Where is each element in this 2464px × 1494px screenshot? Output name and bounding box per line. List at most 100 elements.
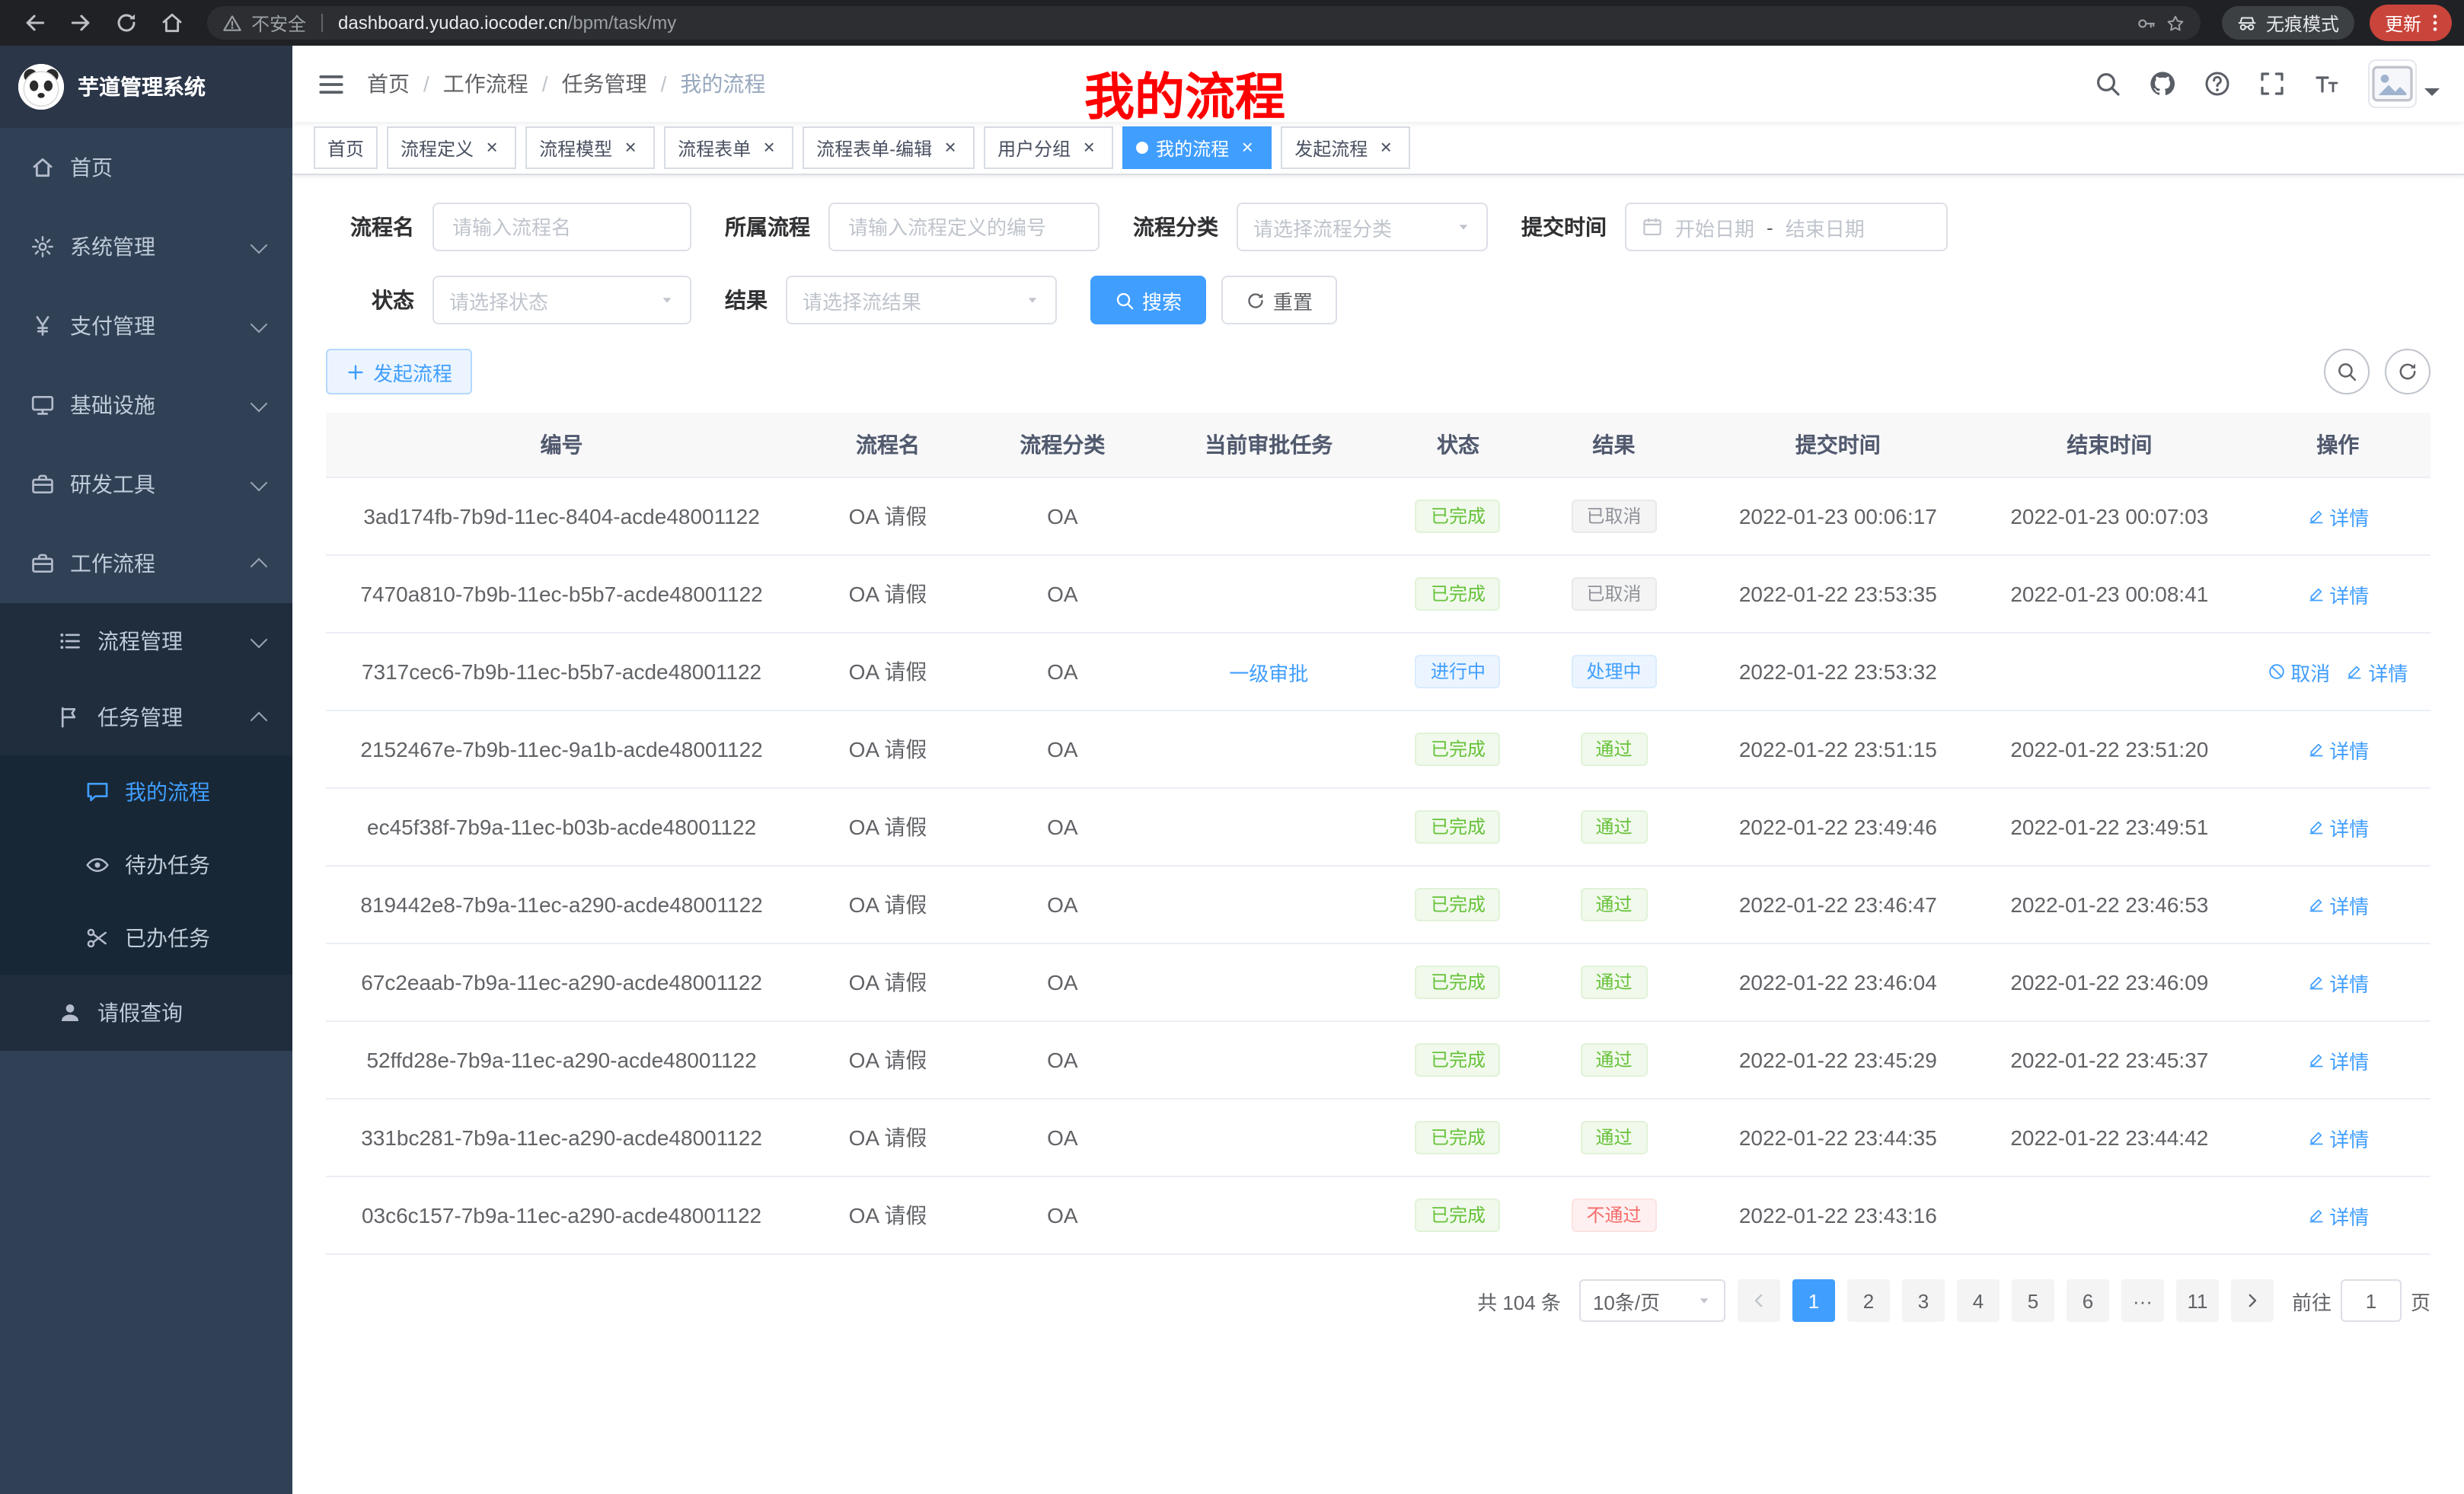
password-manager-icon[interactable] (2137, 13, 2156, 33)
breadcrumb-item[interactable]: 工作流程 (443, 69, 528, 99)
detail-button[interactable]: 详情 (2345, 657, 2408, 686)
help-icon[interactable] (2204, 70, 2231, 97)
status-select[interactable]: 请选择状态 (432, 276, 691, 324)
browser-home-icon[interactable] (160, 11, 184, 35)
result-tag: 通过 (1580, 810, 1647, 844)
sidebar-item-process-mgmt[interactable]: 流程管理 (0, 603, 292, 679)
user-avatar[interactable] (2368, 59, 2440, 108)
tab-label: 流程定义 (401, 135, 474, 161)
page-button-6[interactable]: 6 (2067, 1279, 2109, 1322)
process-name: OA 请假 (797, 788, 978, 866)
app-logo[interactable]: 芋道管理系统 (0, 46, 292, 128)
close-icon[interactable]: × (940, 137, 961, 158)
toggle-search-button[interactable] (2324, 349, 2370, 394)
tab-process-model[interactable]: 流程模型× (525, 126, 655, 169)
close-icon[interactable]: × (1078, 137, 1100, 158)
sidebar-item-task-mgmt[interactable]: 任务管理 (0, 679, 292, 755)
process-category: OA (978, 866, 1147, 943)
chevron-down-icon (251, 316, 268, 334)
bookmark-star-icon[interactable] (2166, 13, 2185, 33)
close-icon[interactable]: × (620, 137, 641, 158)
detail-button[interactable]: 详情 (2306, 1123, 2369, 1152)
incognito-icon (2237, 13, 2257, 33)
browser-forward-icon[interactable] (69, 11, 93, 35)
tab-process-definition[interactable]: 流程定义 × (387, 126, 516, 169)
sidebar-item-my-process[interactable]: 我的流程 (0, 755, 292, 828)
header-search-icon[interactable] (2094, 70, 2121, 97)
process-category-select[interactable]: 请选择流程分类 (1237, 203, 1488, 251)
font-size-icon[interactable] (2313, 70, 2341, 97)
submit-time-range-picker[interactable]: 开始日期 - 结束日期 (1625, 203, 1948, 251)
filter-label-category: 流程分类 (1133, 212, 1218, 242)
page-button-11[interactable]: 11 (2176, 1279, 2219, 1322)
sidebar-item-leave-query[interactable]: 请假查询 (0, 975, 292, 1051)
tab-home[interactable]: 首页 (314, 126, 378, 169)
sidebar-item-home[interactable]: 首页 (0, 128, 292, 207)
breadcrumb-item[interactable]: 任务管理 (562, 69, 647, 99)
goto-page-input[interactable] (2341, 1279, 2402, 1322)
start-process-button[interactable]: 发起流程 (326, 349, 472, 394)
detail-button[interactable]: 详情 (2306, 968, 2369, 997)
browser-menu-icon[interactable] (2424, 12, 2446, 34)
page-button-2[interactable]: 2 (1847, 1279, 1890, 1322)
tab-process-form-edit[interactable]: 流程表单-编辑× (803, 126, 975, 169)
active-tab-dot (1136, 142, 1148, 154)
page-button-3[interactable]: 3 (1902, 1279, 1945, 1322)
row-actions: 详情 (2245, 1021, 2430, 1099)
submit-time: 2022-01-22 23:53:32 (1703, 633, 1974, 710)
sidebar-item-dev-tools[interactable]: 研发工具 (0, 445, 292, 524)
address-bar[interactable]: 不安全 dashboard.yudao.iocoder.cn/bpm/task/… (207, 6, 2201, 40)
sidebar-item-todo-task[interactable]: 待办任务 (0, 828, 292, 902)
current-task-link[interactable]: 一级审批 (1229, 657, 1308, 686)
fullscreen-icon[interactable] (2258, 70, 2286, 97)
sidebar-item-payment[interactable]: 支付管理 (0, 286, 292, 366)
cancel-button[interactable]: 取消 (2268, 657, 2330, 686)
tab-my-process[interactable]: 我的流程× (1122, 126, 1272, 169)
close-icon[interactable]: × (758, 137, 780, 158)
case-icon (30, 551, 55, 576)
process-name-input[interactable] (432, 203, 691, 251)
browser-back-icon[interactable] (23, 11, 47, 35)
sidebar-item-system[interactable]: 系统管理 (0, 207, 292, 286)
page-button-4[interactable]: 4 (1957, 1279, 2000, 1322)
close-icon[interactable]: × (1375, 137, 1396, 158)
plus-icon (346, 362, 365, 381)
chevron-right-icon (2243, 1291, 2261, 1310)
breadcrumb-item[interactable]: 首页 (367, 69, 410, 99)
page-button-5[interactable]: 5 (2012, 1279, 2054, 1322)
tab-start-process[interactable]: 发起流程× (1281, 126, 1410, 169)
tab-user-group[interactable]: 用户分组× (984, 126, 1113, 169)
sidebar-item-done-task[interactable]: 已办任务 (0, 902, 292, 975)
page-url: dashboard.yudao.iocoder.cn/bpm/task/my (338, 12, 676, 34)
result-select[interactable]: 请选择流结果 (786, 276, 1057, 324)
close-icon[interactable]: × (1237, 137, 1258, 158)
pagination-more[interactable]: ··· (2121, 1279, 2164, 1322)
sidebar-item-workflow[interactable]: 工作流程 (0, 524, 292, 603)
github-icon[interactable] (2149, 70, 2176, 97)
prev-page-button[interactable] (1738, 1279, 1780, 1322)
detail-button[interactable]: 详情 (2306, 1201, 2369, 1230)
refresh-table-button[interactable] (2385, 349, 2430, 394)
detail-button[interactable]: 详情 (2306, 579, 2369, 608)
page-button-1[interactable]: 1 (1792, 1279, 1835, 1322)
table-row: 819442e8-7b9a-11ec-a290-acde48001122OA 请… (326, 866, 2430, 943)
detail-button[interactable]: 详情 (2306, 890, 2369, 919)
reset-button[interactable]: 重置 (1221, 276, 1337, 324)
detail-button[interactable]: 详情 (2306, 735, 2369, 764)
tab-process-form[interactable]: 流程表单× (664, 126, 793, 169)
process-definition-input[interactable] (828, 203, 1100, 251)
hamburger-icon[interactable] (317, 69, 346, 98)
chevron-up-icon (251, 712, 268, 729)
edit-icon (2345, 662, 2363, 681)
page-size-select[interactable]: 10条/页 (1579, 1279, 1725, 1322)
result-tag: 通过 (1580, 888, 1647, 921)
browser-update-button[interactable]: 更新 (2370, 5, 2452, 41)
next-page-button[interactable] (2231, 1279, 2274, 1322)
detail-button[interactable]: 详情 (2306, 1045, 2369, 1074)
search-button[interactable]: 搜索 (1090, 276, 1206, 324)
detail-button[interactable]: 详情 (2306, 812, 2369, 841)
sidebar-item-infrastructure[interactable]: 基础设施 (0, 366, 292, 445)
detail-button[interactable]: 详情 (2306, 502, 2369, 531)
browser-reload-icon[interactable] (114, 11, 139, 35)
close-icon[interactable]: × (481, 137, 503, 158)
